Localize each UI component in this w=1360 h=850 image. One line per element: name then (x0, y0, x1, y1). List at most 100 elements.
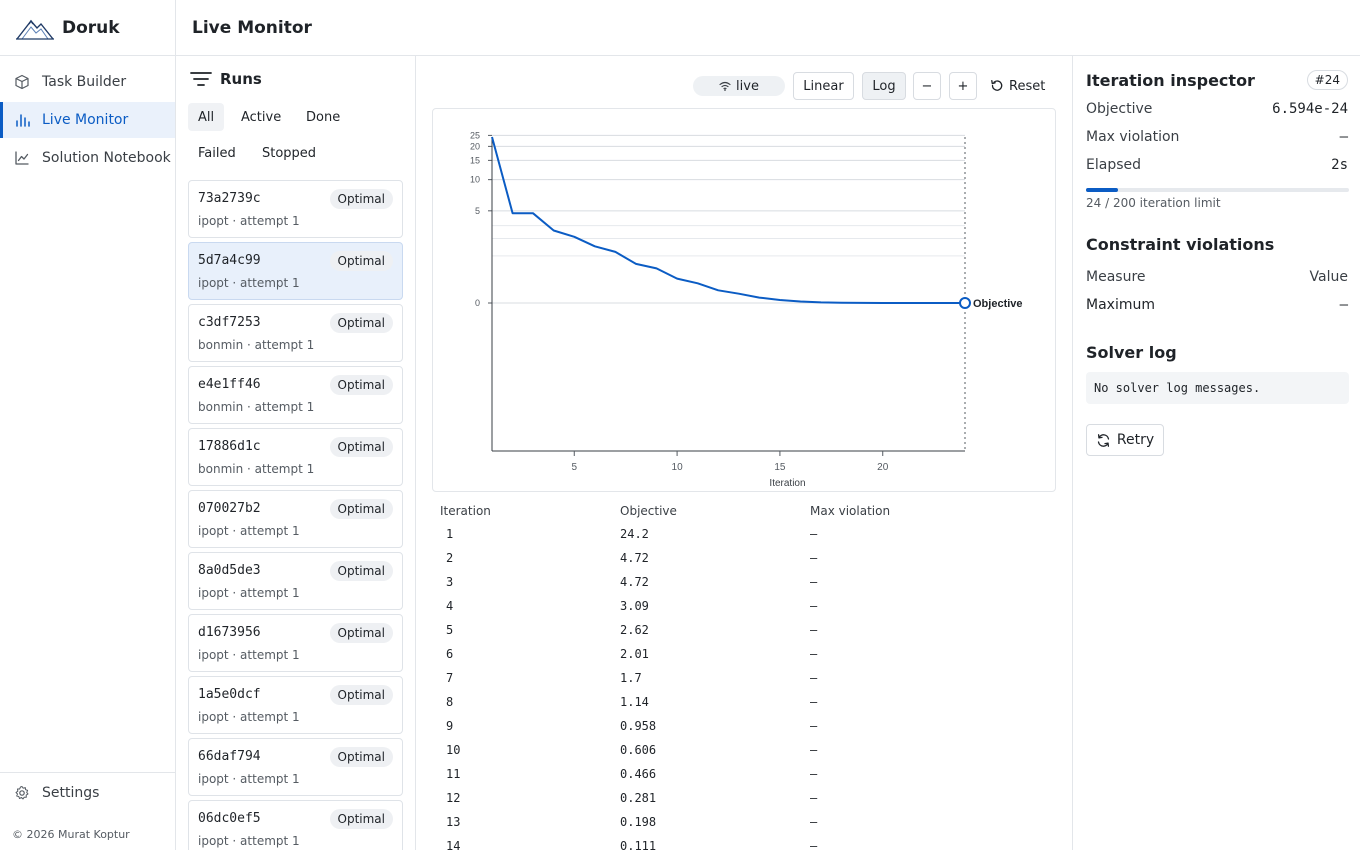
table-row[interactable]: 6 2.01 — (432, 643, 1052, 667)
run-id: e4e1ff46 (198, 377, 261, 392)
run-card[interactable]: 73a2739c Optimal ipopt · attempt 1 (188, 180, 403, 238)
run-card[interactable]: 66daf794 Optimal ipopt · attempt 1 (188, 738, 403, 796)
run-card[interactable]: 17886d1c Optimal bonmin · attempt 1 (188, 428, 403, 486)
run-card[interactable]: c3df7253 Optimal bonmin · attempt 1 (188, 304, 403, 362)
run-meta: bonmin · attempt 1 (198, 400, 315, 414)
run-card[interactable]: 1a5e0dcf Optimal ipopt · attempt 1 (188, 676, 403, 734)
cell-objective: 0.958 (620, 719, 657, 733)
nav-item-task-builder[interactable]: Task Builder (0, 64, 175, 100)
table-row[interactable]: 10 0.606 — (432, 739, 1052, 763)
table-row[interactable]: 8 1.14 — (432, 691, 1052, 715)
sidebar-footer: Settings © 2026 Murat Koptur (0, 772, 175, 850)
status-badge: Optimal (329, 561, 393, 581)
run-id: 5d7a4c99 (198, 253, 261, 268)
retry-label: Retry (1116, 432, 1155, 448)
cell-iteration: 14 (446, 839, 461, 850)
y-tick-label: 20 (470, 141, 480, 151)
run-card[interactable]: 8a0d5de3 Optimal ipopt · attempt 1 (188, 552, 403, 610)
chart-canvas: 05101520255 10 15 20IterationObjective (470, 130, 1023, 489)
x-tick-label: 10 (672, 462, 684, 473)
zoom-in-button[interactable]: + (949, 72, 977, 100)
filter-tab-active[interactable]: Active (231, 103, 291, 131)
y-tick-label: 0 (475, 298, 480, 308)
run-id: c3df7253 (198, 315, 261, 330)
run-id: 17886d1c (198, 439, 261, 454)
cell-objective: 0.606 (620, 743, 657, 757)
table-row[interactable]: 9 0.958 — (432, 715, 1052, 739)
retry-button[interactable]: Retry (1086, 424, 1164, 456)
filter-tab-all[interactable]: All (188, 103, 225, 131)
copyright: © 2026 Murat Koptur (12, 828, 130, 841)
inspector-panel: Iteration inspector #24 Objective 6.594e… (1072, 56, 1360, 850)
live-label: live (736, 78, 759, 94)
y-tick-label: 10 (470, 175, 480, 185)
cell-objective: 2.62 (620, 623, 649, 637)
elapsed-label: Elapsed (1086, 157, 1141, 173)
sidebar: Doruk Task Builder Live Monitor Solution… (0, 0, 176, 850)
cell-max-violation: — (810, 575, 818, 589)
table-row[interactable]: 7 1.7 — (432, 667, 1052, 691)
inspector-title: Iteration inspector (1086, 71, 1255, 90)
nav-item-live-monitor[interactable]: Live Monitor (0, 102, 175, 138)
filter-tab-done[interactable]: Done (296, 103, 350, 131)
cell-objective: 3.09 (620, 599, 649, 613)
status-badge: Optimal (329, 499, 393, 519)
table-row[interactable]: 14 0.111 — (432, 835, 1052, 850)
y-tick-label: 25 (470, 130, 480, 140)
log-scale-button[interactable]: Log (862, 72, 906, 100)
reset-button[interactable]: Reset (990, 72, 1045, 100)
max-violation-label: Max violation (1086, 129, 1180, 145)
main-panel: live Linear Log − + Reset 0 5 10 15 20 25 5 10 1… (416, 56, 1072, 850)
table-row[interactable]: 1 24.2 — (432, 523, 1052, 547)
run-id: 070027b2 (198, 501, 261, 516)
cell-max-violation: — (810, 623, 818, 637)
table-row[interactable]: 5 2.62 — (432, 619, 1052, 643)
linear-scale-button[interactable]: Linear (793, 72, 854, 100)
nav-item-settings[interactable]: Settings (0, 775, 175, 811)
series-end-label: Objective (973, 298, 1023, 310)
table-header-iteration: Iteration (440, 504, 491, 518)
brand[interactable]: Doruk (0, 0, 175, 56)
filter-tab-failed[interactable]: Failed (188, 139, 246, 167)
status-badge: Optimal (329, 375, 393, 395)
cube-icon (15, 74, 29, 90)
table-row[interactable]: 12 0.281 — (432, 787, 1052, 811)
table-row[interactable]: 2 4.72 — (432, 547, 1052, 571)
cell-max-violation: — (810, 791, 818, 805)
x-tick-label: 5 (571, 462, 577, 473)
cell-objective: 1.14 (620, 695, 649, 709)
objective-chart[interactable]: 0 5 10 15 20 25 5 10 15 20 Iteration Objective (432, 108, 1056, 492)
cell-iteration: 5 (446, 623, 454, 637)
cell-iteration: 4 (446, 599, 454, 613)
objective-series-line (491, 136, 965, 304)
app-name: Doruk (62, 17, 120, 38)
filter-tab-stopped[interactable]: Stopped (252, 139, 326, 167)
cell-iteration: 1 (446, 527, 454, 541)
gear-icon (15, 786, 29, 800)
runs-panel: Runs All Active Done Failed Stopped 73a2… (176, 56, 416, 850)
run-id: 06dc0ef5 (198, 811, 261, 826)
iteration-badge: #24 (1306, 70, 1348, 90)
nav-item-solution-notebook[interactable]: Solution Notebook (0, 140, 175, 176)
run-meta: ipopt · attempt 1 (198, 648, 300, 662)
table-row[interactable]: 3 4.72 — (432, 571, 1052, 595)
run-card[interactable]: 070027b2 Optimal ipopt · attempt 1 (188, 490, 403, 548)
x-axis-label: Iteration (769, 478, 805, 489)
run-card[interactable]: d1673956 Optimal ipopt · attempt 1 (188, 614, 403, 672)
run-meta: ipopt · attempt 1 (198, 710, 300, 724)
progress-fill (1086, 188, 1118, 192)
table-row[interactable]: 11 0.466 — (432, 763, 1052, 787)
x-tick-label: 20 (877, 462, 889, 473)
run-card[interactable]: e4e1ff46 Optimal bonmin · attempt 1 (188, 366, 403, 424)
refresh-icon (1097, 433, 1110, 447)
x-tick-label: 15 (774, 462, 786, 473)
cell-objective: 1.7 (620, 671, 642, 685)
table-row[interactable]: 4 3.09 — (432, 595, 1052, 619)
run-card[interactable]: 06dc0ef5 Optimal ipopt · attempt 1 (188, 800, 403, 850)
filter-icon[interactable] (190, 70, 212, 88)
zoom-out-button[interactable]: − (913, 72, 941, 100)
table-row[interactable]: 13 0.198 — (432, 811, 1052, 835)
cell-iteration: 11 (446, 767, 461, 781)
run-card[interactable]: 5d7a4c99 Optimal ipopt · attempt 1 (188, 242, 403, 300)
run-meta: ipopt · attempt 1 (198, 214, 300, 228)
